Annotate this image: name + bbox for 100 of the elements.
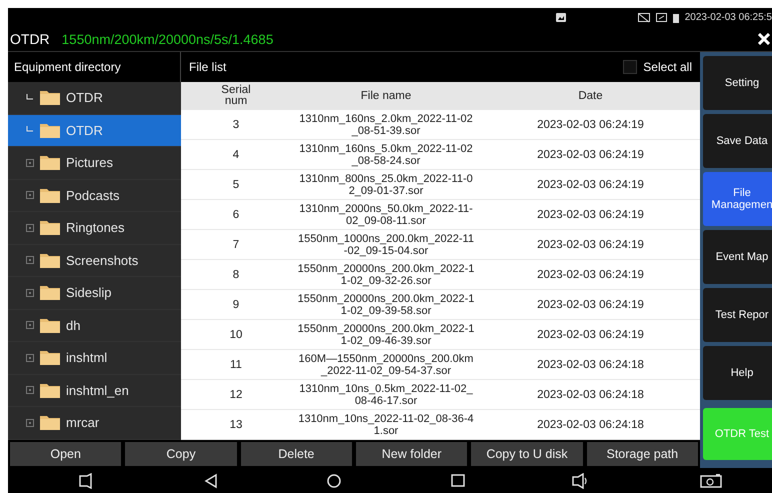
table-cell-text: 13 <box>228 418 244 430</box>
table-cell-text: 2023-02-03 06:24:18 <box>536 388 645 400</box>
table-cell-text: 1550nm_1000ns_200.0km_2022-11-02_09-15-04.sor <box>297 232 475 256</box>
menu-button[interactable]: Help <box>703 346 772 400</box>
column-header: Date <box>578 90 603 102</box>
recent-apps-icon[interactable] <box>450 472 466 488</box>
folder-name: inshtml_en <box>66 382 129 398</box>
folder-item[interactable]: Pictures <box>8 147 181 180</box>
table-cell-text: 2023-02-03 06:24:19 <box>536 298 645 310</box>
menu-button[interactable]: Setting <box>703 56 772 110</box>
clock-time: 2023-02-03 06:25:5 <box>684 12 772 23</box>
collapsed-icon <box>26 288 34 297</box>
table-cell-text: 11 <box>229 358 243 370</box>
folder-icon <box>40 415 60 430</box>
collapsed-icon <box>26 224 34 232</box>
back-icon[interactable] <box>204 472 218 488</box>
test-parameters: 1550nm/200km/20000ns/5s/1.4685 <box>62 32 274 46</box>
table-cell-text: 2023-02-03 06:24:19 <box>536 208 645 220</box>
table-cell-text: 2023-02-03 06:24:19 <box>536 328 645 340</box>
folder-name: OTDR <box>66 122 103 138</box>
table-cell-text: 1310nm_10ns_0.5km_2022-11-02_08-46-17.sor <box>298 382 474 406</box>
folder-name: mrcar <box>66 415 100 430</box>
display-icon <box>656 12 667 22</box>
table-cell-text: 1310nm_160ns_2.0km_2022-11-02_08-51-39.sor <box>298 112 474 136</box>
table-cell-text: 2023-02-03 06:24:18 <box>536 358 645 370</box>
table-cell-text: 2023-02-03 06:24:18 <box>536 418 645 430</box>
volume-icon[interactable] <box>571 472 588 488</box>
folder-name: Podcasts <box>66 188 120 203</box>
image-icon <box>556 13 566 22</box>
folder-name: Sideslip <box>66 285 112 300</box>
folder-item[interactable]: Podcasts <box>8 180 181 212</box>
table-cell-text: 12 <box>228 388 244 400</box>
folder-icon <box>40 382 60 398</box>
branch-icon <box>26 94 34 102</box>
table-cell-text: 7 <box>232 238 240 250</box>
panel-title: Equipment directory <box>14 60 121 74</box>
close-icon[interactable] <box>758 33 770 45</box>
table-cell-text: 1550nm_20000ns_200.0km_2022-11-02_09-46-39.sor <box>296 322 476 346</box>
table-cell-text: 2023-02-03 06:24:19 <box>536 238 645 250</box>
select-all-checkbox[interactable]: Select all <box>623 60 692 74</box>
folder-name: inshtml <box>66 350 108 366</box>
table-cell-text: 160M—1550nm_20000ns_200.0km_2022-11-02_09-54-37.sor <box>298 352 474 376</box>
table-cell-text: 5 <box>232 178 240 190</box>
table-cell-text: 6 <box>232 208 240 220</box>
folder-item[interactable]: Sideslip <box>8 277 181 310</box>
collapsed-icon <box>26 191 34 200</box>
table-cell-text: 2023-02-03 06:24:19 <box>536 148 645 160</box>
menu-button[interactable]: Event Map <box>703 230 772 284</box>
folder-item[interactable]: mrcar <box>8 407 181 440</box>
menu-button[interactable]: Test Repor <box>703 288 772 342</box>
action-button[interactable]: Storage path <box>586 442 698 466</box>
folder-item[interactable]: OTDR <box>8 114 181 147</box>
table-cell-text: 1550nm_20000ns_200.0km_2022-11-02_09-39-58.sor <box>296 292 476 316</box>
folder-item[interactable]: inshtml <box>8 342 181 374</box>
table-cell-text: 2023-02-03 06:24:19 <box>536 268 645 280</box>
collapsed-icon <box>26 321 34 330</box>
folder-name: Screenshots <box>66 252 138 268</box>
folder-item[interactable]: Screenshots <box>8 244 181 277</box>
action-button[interactable]: Copy to U disk <box>471 442 583 466</box>
collapsed-icon <box>26 158 34 167</box>
action-button[interactable]: Delete <box>240 442 352 466</box>
folder-name: dh <box>66 318 80 333</box>
table-cell-text: 10 <box>228 328 244 340</box>
collapsed-icon <box>26 418 34 427</box>
collapsed-icon <box>26 354 34 362</box>
folder-icon <box>40 252 60 268</box>
folder-icon <box>40 155 60 170</box>
folder-item[interactable]: inshtml_en <box>8 374 181 407</box>
folder-name: OTDR <box>66 90 103 106</box>
table-cell-text: 1550nm_20000ns_200.0km_2022-11-02_09-32-26.sor <box>296 262 476 286</box>
menu-button[interactable]: Save Data <box>703 114 772 168</box>
menu-button[interactable]: File Managemen <box>703 172 772 226</box>
branch-icon <box>26 126 34 134</box>
folder-icon <box>40 90 60 106</box>
folder-icon <box>40 350 60 366</box>
collapsed-icon <box>26 386 34 394</box>
speaker-icon[interactable] <box>78 472 94 488</box>
action-button[interactable]: New folder <box>356 442 468 466</box>
column-header: Serial num <box>220 85 252 107</box>
table-cell-text: 2023-02-03 06:24:19 <box>536 178 645 190</box>
table-cell-text: 1310nm_160ns_5.0km_2022-11-02_08-58-24.sor <box>298 142 474 166</box>
folder-icon <box>40 285 60 300</box>
folder-icon <box>40 188 60 203</box>
panel-title: File list <box>189 60 226 74</box>
camera-icon[interactable] <box>700 472 722 488</box>
folder-icon <box>40 318 60 333</box>
folder-name: Ringtones <box>66 220 125 236</box>
folder-item[interactable]: dh <box>8 310 181 342</box>
home-icon[interactable] <box>326 472 342 488</box>
table-cell-text: 2023-02-03 06:24:19 <box>536 118 645 130</box>
folder-item[interactable]: Ringtones <box>8 212 181 244</box>
action-button[interactable]: Open <box>10 442 122 466</box>
column-header: File name <box>360 90 412 102</box>
action-button[interactable]: Copy <box>125 442 237 466</box>
folder-name: Pictures <box>66 155 113 170</box>
table-cell-text: 3 <box>232 118 240 130</box>
battery-icon <box>672 12 679 22</box>
folder-icon <box>40 122 60 138</box>
table-cell-text: 1310nm_10ns_2022-11-02_08-36-41.sor <box>297 412 475 436</box>
table-cell-text: 8 <box>232 268 240 280</box>
